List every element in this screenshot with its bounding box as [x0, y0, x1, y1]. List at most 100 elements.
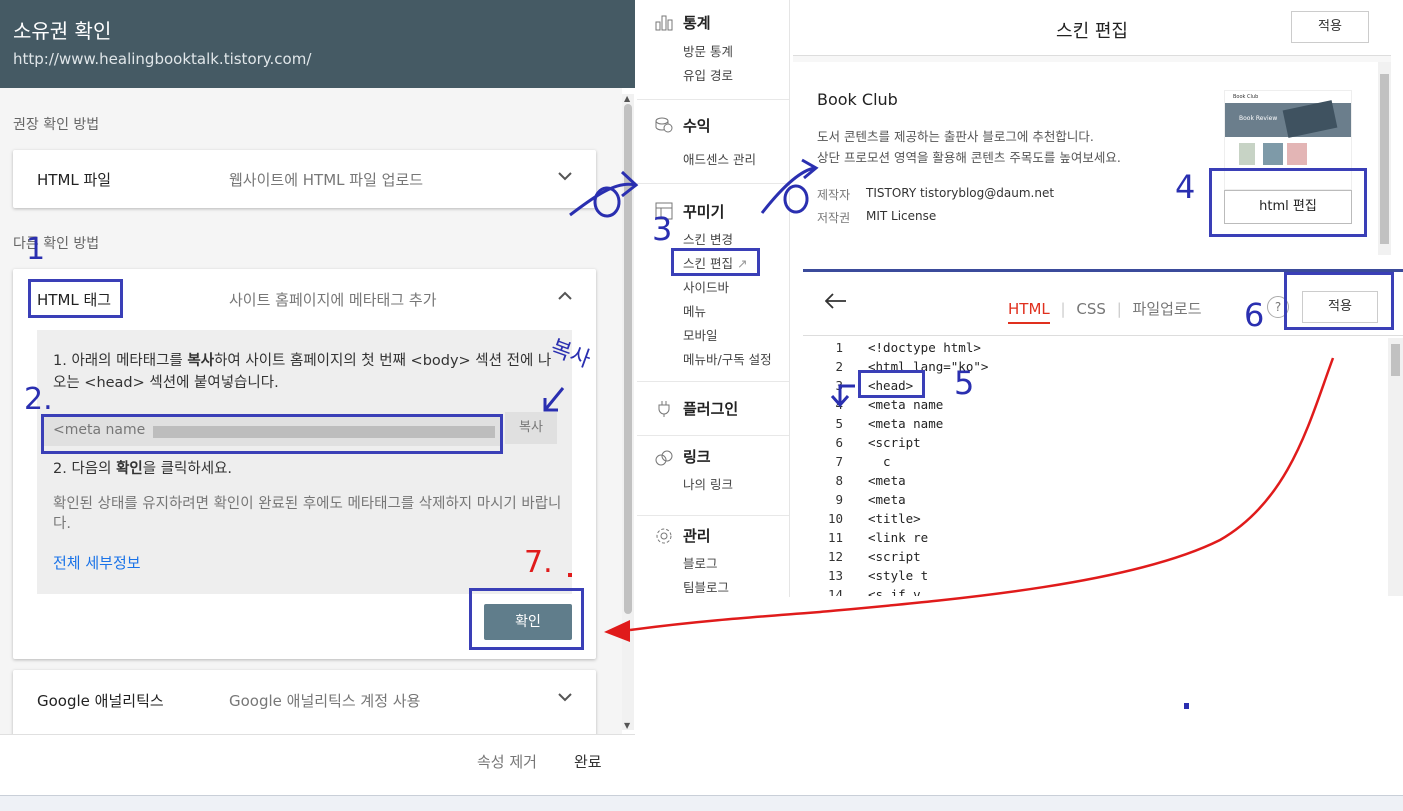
- menu-title-stats[interactable]: 통계: [683, 12, 711, 33]
- menu-item-team-blog[interactable]: 팀블로그: [683, 577, 729, 596]
- method-name: HTML 파일: [37, 171, 112, 189]
- menu-item-blog[interactable]: 블로그: [683, 553, 718, 572]
- code-line[interactable]: 9 <meta: [803, 490, 1389, 509]
- line-code: <head>: [868, 378, 914, 393]
- menu-title-manage[interactable]: 관리: [683, 525, 711, 546]
- editor-apply-button[interactable]: 적용: [1302, 291, 1378, 323]
- step1-text: 1. 아래의 메타태그를 복사하여 사이트 홈페이지의 첫 번째 <body> …: [53, 353, 552, 391]
- code-line[interactable]: 6 <script: [803, 433, 1389, 452]
- method-google-analytics[interactable]: Google 애널리틱스 Google 애널리틱스 계정 사용: [13, 670, 596, 734]
- menu-item-edit-skin[interactable]: 스킨 편집 ↗: [683, 253, 747, 272]
- menu-title-customize[interactable]: 꾸미기: [683, 201, 724, 222]
- coins-icon: [654, 115, 674, 135]
- menu-item-menu[interactable]: 메뉴: [683, 301, 706, 320]
- panel-title: 소유권 확인: [13, 19, 112, 43]
- copy-button[interactable]: 복사: [505, 412, 557, 444]
- menu-item-mobile[interactable]: 모바일: [683, 325, 718, 344]
- remove-property-button[interactable]: 속성 제거: [477, 751, 537, 772]
- method-desc: Google 애널리틱스 계정 사용: [229, 692, 421, 710]
- step2-text: 2. 다음의 확인을 클릭하세요.: [53, 461, 233, 477]
- line-number: 9: [835, 492, 843, 507]
- editor-header: HTML | CSS | 파일업로드 ? 적용: [803, 272, 1403, 336]
- html-tag-instructions: 1. 아래의 메타태그를 복사하여 사이트 홈페이지의 첫 번째 <body> …: [37, 330, 572, 594]
- line-code: <s if v: [868, 587, 921, 596]
- tab-html[interactable]: HTML: [1008, 300, 1050, 324]
- code-line[interactable]: 10 <title>: [803, 509, 1389, 528]
- line-code: <script: [868, 435, 921, 450]
- full-details-link[interactable]: 전체 세부정보: [53, 552, 141, 573]
- menu-item-visit-stats[interactable]: 방문 통계: [683, 41, 733, 60]
- code-line[interactable]: 2 <html lang="ko">: [803, 357, 1389, 376]
- tab-css[interactable]: CSS: [1076, 300, 1106, 318]
- done-button[interactable]: 완료: [574, 751, 602, 772]
- ownership-verification-panel: 소유권 확인 http://www.healingbooktalk.tistor…: [0, 0, 635, 795]
- code-line[interactable]: 3 <head>: [803, 376, 1389, 395]
- code-line[interactable]: 12 <script: [803, 547, 1389, 566]
- verify-button[interactable]: 확인: [484, 604, 572, 640]
- menu-group-manage: 관리 블로그 팀블로그: [637, 516, 789, 597]
- skin-apply-button[interactable]: 적용: [1291, 11, 1369, 43]
- editor-tabs: HTML | CSS | 파일업로드: [1008, 298, 1208, 324]
- menu-group-plugin: 플러그인: [637, 382, 789, 436]
- code-line[interactable]: 7 c: [803, 452, 1389, 471]
- screenshot-root: 소유권 확인 http://www.healingbooktalk.tistor…: [0, 0, 1403, 811]
- help-icon[interactable]: ?: [1267, 296, 1289, 318]
- menu-item-menubar-subscribe[interactable]: 메뉴바/구독 설정: [683, 349, 772, 368]
- skin-scrollbar[interactable]: [1378, 62, 1391, 255]
- code-line[interactable]: 13 <style t: [803, 566, 1389, 585]
- line-number: 8: [835, 473, 843, 488]
- menu-title-link[interactable]: 링크: [683, 446, 711, 467]
- site-url: http://www.healingbooktalk.tistory.com/: [13, 50, 312, 68]
- line-code: c: [868, 454, 891, 469]
- scrollbar-thumb[interactable]: [624, 104, 632, 614]
- code-line[interactable]: 5 <meta name: [803, 414, 1389, 433]
- editor-scrollbar[interactable]: [1388, 338, 1403, 596]
- menu-item-my-links[interactable]: 나의 링크: [683, 474, 733, 493]
- code-line[interactable]: 14 <s if v: [803, 585, 1389, 596]
- link-icon: [654, 448, 674, 468]
- code-line[interactable]: 1 <!doctype html>: [803, 338, 1389, 357]
- method-name: HTML 태그: [37, 291, 112, 309]
- menu-group-customize: 꾸미기 스킨 변경 스킨 편집 ↗ 사이드바 메뉴 모바일 메뉴바/구독 설정: [637, 184, 789, 382]
- chevron-down-icon[interactable]: [558, 687, 572, 706]
- line-code: <title>: [868, 511, 921, 526]
- line-number: 6: [835, 435, 843, 450]
- skin-edit-header: 스킨 편집 적용: [793, 0, 1391, 56]
- line-code: <link re: [868, 530, 929, 545]
- html-edit-button[interactable]: html 편집: [1224, 190, 1352, 224]
- line-code: <meta: [868, 473, 906, 488]
- code-area[interactable]: 1 <!doctype html> 2 <html lang="ko"> 3 <head>…: [803, 338, 1389, 596]
- tab-file-upload[interactable]: 파일업로드: [1133, 300, 1202, 318]
- skin-thumbnail: Book Club Book Review: [1224, 90, 1352, 190]
- recommended-methods-label: 권장 확인 방법: [13, 117, 100, 133]
- line-code: <html lang="ko">: [868, 359, 989, 374]
- tistory-admin-menu: 통계 방문 통계 유입 경로 수익 애드센스 관리 꾸미기 스킨 변경 스킨 편…: [637, 0, 790, 597]
- code-line[interactable]: 8 <meta: [803, 471, 1389, 490]
- line-number: 3: [835, 378, 843, 393]
- menu-item-change-skin[interactable]: 스킨 변경: [683, 229, 733, 248]
- method-html-tag-header[interactable]: HTML 태그 사이트 홈페이지에 메타태그 추가: [13, 269, 596, 327]
- code-line[interactable]: 11 <link re: [803, 528, 1389, 547]
- chevron-up-icon[interactable]: [558, 286, 572, 305]
- scroll-up-icon[interactable]: ▲: [624, 94, 630, 103]
- menu-item-sidebar[interactable]: 사이드바: [683, 277, 729, 296]
- skin-edit-panel: 스킨 편집 적용 Book Club 도서 콘텐츠를 제공하는 출판사 블로그에…: [793, 0, 1391, 255]
- panel-scrollbar[interactable]: ▲ ▼: [622, 94, 634, 730]
- back-arrow-icon[interactable]: [824, 290, 847, 315]
- layout-icon: [654, 201, 674, 221]
- menu-title-revenue[interactable]: 수익: [683, 115, 711, 136]
- line-number: 11: [827, 530, 843, 545]
- menu-item-adsense[interactable]: 애드센스 관리: [683, 149, 756, 168]
- line-number: 7: [835, 454, 843, 469]
- line-code: <script: [868, 549, 921, 564]
- scroll-down-icon[interactable]: ▼: [624, 721, 630, 730]
- code-line[interactable]: 4 <meta name: [803, 395, 1389, 414]
- panel-footer: 속성 제거 완료: [0, 734, 635, 795]
- method-html-file[interactable]: HTML 파일 웹사이트에 HTML 파일 업로드: [13, 150, 596, 208]
- chevron-down-icon[interactable]: [558, 166, 572, 185]
- menu-item-referrers[interactable]: 유입 경로: [683, 65, 733, 84]
- plug-icon: [654, 398, 674, 418]
- menu-title-plugin[interactable]: 플러그인: [683, 398, 738, 419]
- line-number: 4: [835, 397, 843, 412]
- meta-tag-field[interactable]: <meta name: [43, 416, 503, 446]
